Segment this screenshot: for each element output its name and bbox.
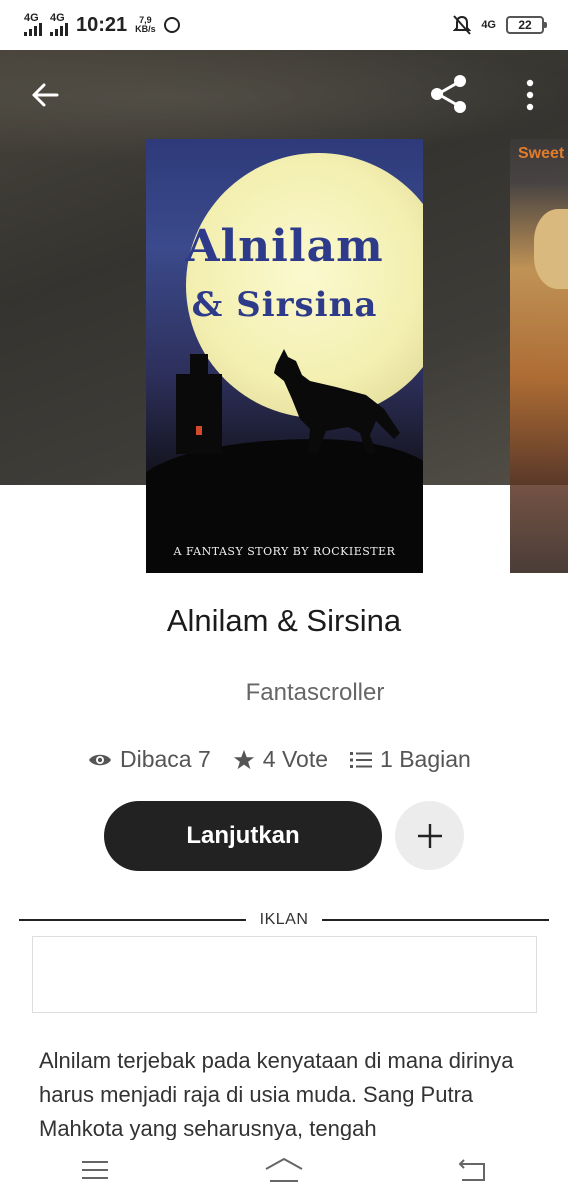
parts-stat: 1 Bagian bbox=[350, 746, 471, 773]
next-cover-title: Sweet bbox=[518, 145, 565, 162]
book-cover[interactable]: Alnilam & Sirsina A FANTASY STORY BY ROC… bbox=[146, 139, 423, 573]
ad-slot[interactable] bbox=[32, 936, 537, 1013]
cover-wolf bbox=[274, 349, 400, 453]
battery-level: 22 bbox=[518, 18, 532, 32]
network-type-2: 4G bbox=[50, 12, 65, 24]
network-speed: 7,9 KB/s bbox=[135, 16, 156, 34]
ad-divider-line-left bbox=[19, 919, 246, 921]
votes-count: 4 Vote bbox=[262, 746, 329, 772]
votes-stat: 4 Vote bbox=[233, 746, 328, 773]
book-title: Alnilam & Sirsina bbox=[166, 603, 402, 638]
ad-divider: IKLAN bbox=[19, 908, 549, 932]
nav-home-button[interactable] bbox=[254, 1150, 314, 1190]
add-to-library-button[interactable] bbox=[395, 801, 464, 870]
parts-count: 1 Bagian bbox=[380, 746, 471, 772]
speed-unit: KB/s bbox=[135, 24, 156, 34]
eye-icon bbox=[89, 754, 111, 765]
ad-label: IKLAN bbox=[259, 911, 309, 928]
whatsapp-icon bbox=[163, 17, 180, 33]
reads-stat: Dibaca 7 bbox=[88, 746, 211, 773]
network-type-1: 4G bbox=[24, 12, 39, 24]
signal-icon-2: 4G bbox=[50, 12, 68, 36]
author-name[interactable]: Fantascroller bbox=[0, 679, 568, 707]
ad-divider-line-right bbox=[322, 919, 549, 921]
signal-icon: 4G bbox=[24, 12, 42, 36]
notification-muted-icon bbox=[453, 15, 472, 35]
next-book-cover[interactable]: Sweet bbox=[510, 139, 568, 573]
nav-back-button[interactable] bbox=[443, 1150, 503, 1190]
cover-castle bbox=[176, 354, 222, 454]
next-cover-badge bbox=[534, 209, 568, 289]
network-type-3: 4G bbox=[481, 19, 496, 31]
continue-reading-button[interactable]: Lanjutkan bbox=[104, 801, 382, 871]
status-left: 4G 4G 10:21 7,9 KB/s bbox=[24, 12, 180, 37]
battery-icon: 22 bbox=[506, 16, 547, 34]
status-bar: 4G 4G 10:21 7,9 KB/s 4G 22 bbox=[0, 0, 568, 50]
cover-title-line2: & Sirsina bbox=[191, 285, 378, 325]
status-right: 4G 22 bbox=[453, 15, 547, 35]
more-options-icon[interactable] bbox=[520, 78, 540, 112]
back-arrow-icon[interactable] bbox=[30, 80, 60, 110]
system-nav-bar bbox=[0, 1140, 568, 1200]
cover-credit: A FANTASY STORY BY ROCKIESTER bbox=[173, 545, 396, 558]
star-icon bbox=[233, 749, 254, 769]
story-stats: Dibaca 7 4 Vote 1 Bagian bbox=[88, 746, 471, 773]
clock: 10:21 bbox=[76, 13, 128, 36]
back-nav-icon bbox=[458, 1159, 486, 1181]
cover-title-line1: Alnilam bbox=[185, 221, 384, 272]
home-icon bbox=[265, 1158, 303, 1182]
plus-icon bbox=[417, 823, 442, 848]
share-icon[interactable] bbox=[428, 74, 468, 114]
reads-count: Dibaca 7 bbox=[120, 746, 211, 772]
list-icon bbox=[350, 751, 373, 768]
story-description: Alnilam terjebak pada kenyataan di mana … bbox=[39, 1048, 514, 1141]
nav-menu-button[interactable] bbox=[65, 1150, 125, 1190]
menu-icon bbox=[81, 1161, 108, 1179]
